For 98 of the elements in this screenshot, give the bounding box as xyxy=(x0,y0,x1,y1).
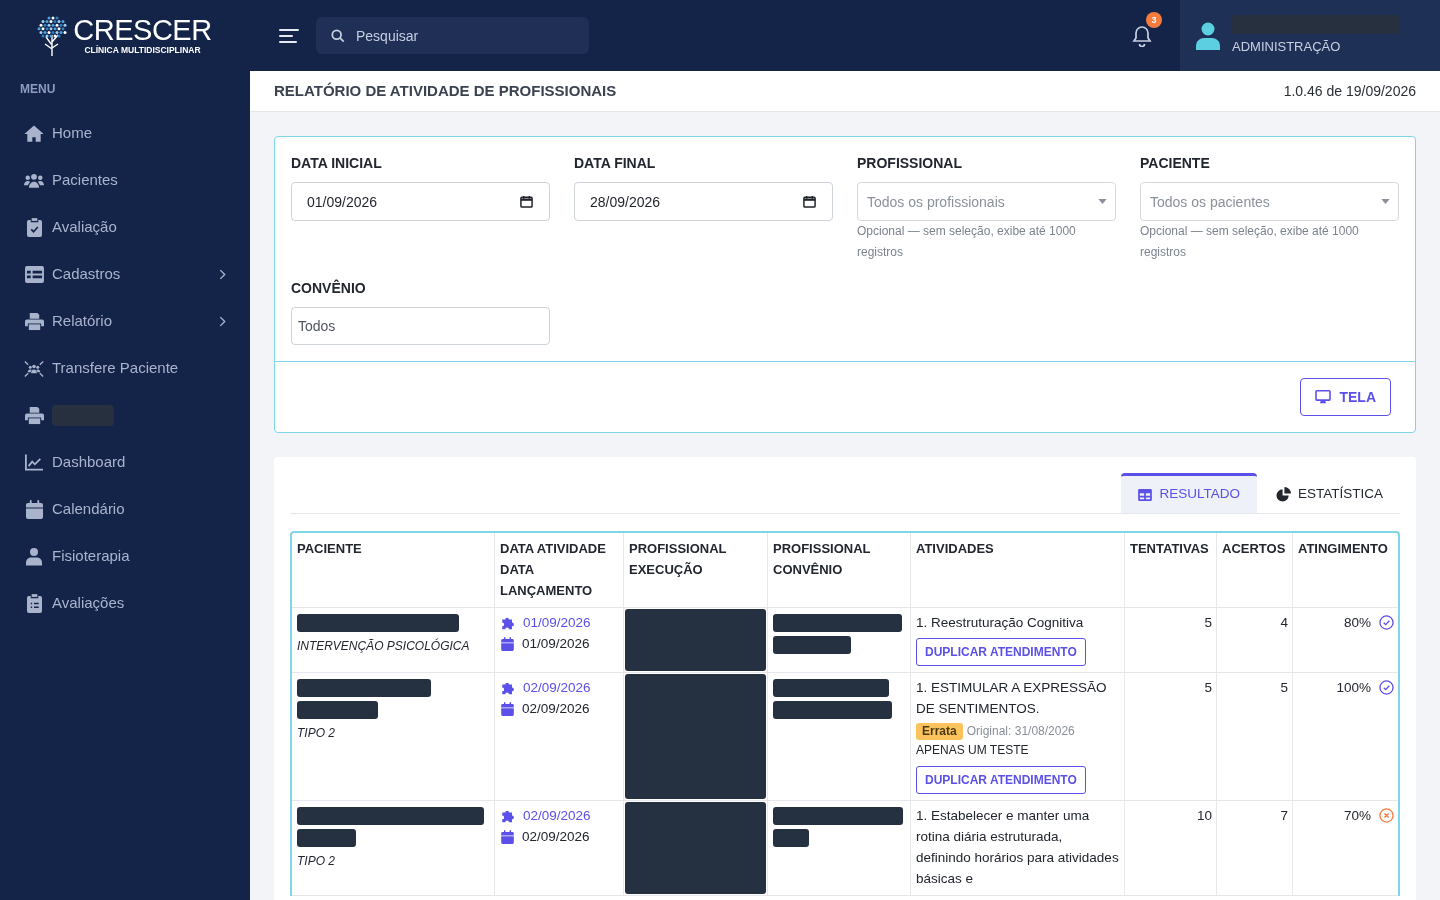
person-icon xyxy=(26,547,42,566)
user-icon xyxy=(1196,21,1220,50)
puzzle-icon xyxy=(500,680,515,695)
table-cell: 4 xyxy=(1217,608,1293,672)
table-cell: 10 xyxy=(1125,801,1217,895)
user-role: ADMINISTRAÇÃO xyxy=(1232,38,1342,56)
caret-icon xyxy=(1381,199,1390,204)
sidebar-item[interactable]: Transfere Paciente xyxy=(0,345,250,392)
select-field[interactable]: Todos os profissionais xyxy=(857,182,1116,221)
activity-text: 1. ESTIMULAR A EXPRESSÃO DE SENTIMENTOS. xyxy=(916,679,1108,718)
sidebar-item[interactable]: Pacientes xyxy=(0,157,250,204)
calendar-icon xyxy=(501,636,514,651)
sidebar-item[interactable]: Home xyxy=(0,110,250,157)
clipboard-check-icon xyxy=(26,218,42,237)
table-cell: 5 xyxy=(1125,673,1217,800)
activity-text: 1. Estabelecer e manter uma rotina diária estruturada, definindo horários para atividades básicas e xyxy=(916,807,1119,888)
calendar-icon xyxy=(501,701,514,716)
errata-note: APENAS UM TESTE xyxy=(916,742,1029,759)
sidebar-item[interactable]: Fisioterapia xyxy=(0,533,250,580)
sidebar-item[interactable]: Cadastros xyxy=(0,251,250,298)
logo-subtitle: CLÍNICA MULTIDISCIPLINAR xyxy=(84,45,201,55)
notification-badge: 3 xyxy=(1146,11,1162,28)
table-cell: 5 xyxy=(1125,608,1217,672)
sidebar-item[interactable]: Relatório xyxy=(0,298,250,345)
calendar-icon xyxy=(520,195,533,208)
patient-type: INTERVENÇÃO PSICOLÓGICA xyxy=(297,637,470,655)
column-header: ATIVIDADES xyxy=(911,533,1125,607)
user-panel[interactable]: ADMINISTRAÇÃO xyxy=(1180,0,1440,71)
screen-button[interactable]: TELA xyxy=(1300,378,1391,416)
people-arrows-icon xyxy=(24,359,44,378)
puzzle-icon xyxy=(500,808,515,823)
column-header: DATA ATIVIDADE DATA LANÇAMENTO xyxy=(495,533,624,607)
section-label: MENU xyxy=(19,81,57,98)
table-icon xyxy=(1138,488,1153,501)
achievement-value: 100% xyxy=(1336,679,1371,697)
column-header: PROFISSIONAL EXECUÇÃO xyxy=(624,533,768,607)
input-field[interactable]: Todos xyxy=(291,307,550,345)
column-header: PACIENTE xyxy=(292,533,495,607)
achievement-value: 80% xyxy=(1343,614,1371,632)
calendar-icon xyxy=(803,195,816,208)
entry-date: 02/09/2026 xyxy=(522,700,590,718)
field-label: DATA FINAL xyxy=(574,154,657,173)
table-cell: 5 xyxy=(1217,673,1293,800)
search-field[interactable]: Pesquisar xyxy=(316,17,589,54)
puzzle-icon xyxy=(500,615,515,630)
monitor-icon xyxy=(1315,390,1332,404)
page-title: RELATÓRIO DE ATIVIDADE DE PROFISSIONAIS xyxy=(274,80,617,101)
calendar-icon xyxy=(501,829,514,844)
entry-date: 01/09/2026 xyxy=(522,635,590,653)
line-chart-icon xyxy=(25,454,43,471)
date-field[interactable]: 28/09/2026 xyxy=(574,182,833,221)
pie-chart-icon xyxy=(1276,487,1291,502)
help-text: Opcional — sem seleção, exibe até 1000 registros xyxy=(1140,223,1360,261)
redacted-block xyxy=(297,829,356,847)
entry-date: 02/09/2026 xyxy=(522,828,590,846)
redacted-block xyxy=(773,829,809,847)
sidebar-item[interactable]: Dashboard xyxy=(0,439,250,486)
achievement-value: 70% xyxy=(1343,807,1371,825)
errata-badge: Errata xyxy=(916,723,963,740)
column-header: PROFISSIONAL CONVÊNIO xyxy=(768,533,911,607)
patient-type: TIPO 2 xyxy=(297,725,335,742)
column-header: ACERTOS xyxy=(1217,533,1293,607)
clipboard-list-icon xyxy=(26,594,42,613)
printer-icon xyxy=(24,406,44,425)
original-date: Original: 31/08/2026 xyxy=(966,723,1075,740)
version-label: 1.0.46 de 19/09/2026 xyxy=(1283,81,1416,101)
table-list-icon xyxy=(24,266,44,283)
printer-icon xyxy=(24,312,44,331)
calendar-icon xyxy=(25,500,43,519)
field-label: PROFISSIONAL xyxy=(857,154,963,173)
sidebar-item[interactable]: Avaliação xyxy=(0,204,250,251)
date-field[interactable]: 01/09/2026 xyxy=(291,182,550,221)
field-label: CONVÊNIO xyxy=(291,278,367,298)
column-header: TENTATIVAS xyxy=(1125,533,1217,607)
users-icon xyxy=(24,171,44,190)
duplicate-button[interactable]: DUPLICAR ATENDIMENTO xyxy=(916,638,1086,666)
logo-title: CRESCER xyxy=(73,16,212,45)
activity-text: 1. Reestruturação Cognitiva xyxy=(916,614,1084,632)
column-header: ATINGIMENTO xyxy=(1297,540,1389,558)
home-icon xyxy=(24,124,44,143)
activity-date: 01/09/2026 xyxy=(523,614,591,632)
patient-type: TIPO 2 xyxy=(297,853,335,870)
field-label: DATA INICIAL xyxy=(291,154,383,173)
bell-icon[interactable] xyxy=(1132,24,1152,47)
help-text: Opcional — sem seleção, exibe até 1000 registros xyxy=(857,223,1077,261)
tab[interactable]: RESULTADO xyxy=(1121,473,1257,513)
sidebar-item[interactable]: Calendário xyxy=(0,486,250,533)
activity-date: 02/09/2026 xyxy=(523,807,591,825)
tab[interactable]: ESTATÍSTICA xyxy=(1259,473,1400,513)
caret-icon xyxy=(1098,199,1107,204)
activity-date: 02/09/2026 xyxy=(523,679,591,697)
field-label: PACIENTE xyxy=(1140,154,1211,173)
menu-icon[interactable] xyxy=(279,27,299,44)
table-cell: 7 xyxy=(1217,801,1293,895)
search-icon xyxy=(331,29,345,43)
select-field[interactable]: Todos os pacientes xyxy=(1140,182,1399,221)
sidebar-item[interactable]: Avaliações xyxy=(0,580,250,627)
duplicate-button[interactable]: DUPLICAR ATENDIMENTO xyxy=(916,766,1086,794)
